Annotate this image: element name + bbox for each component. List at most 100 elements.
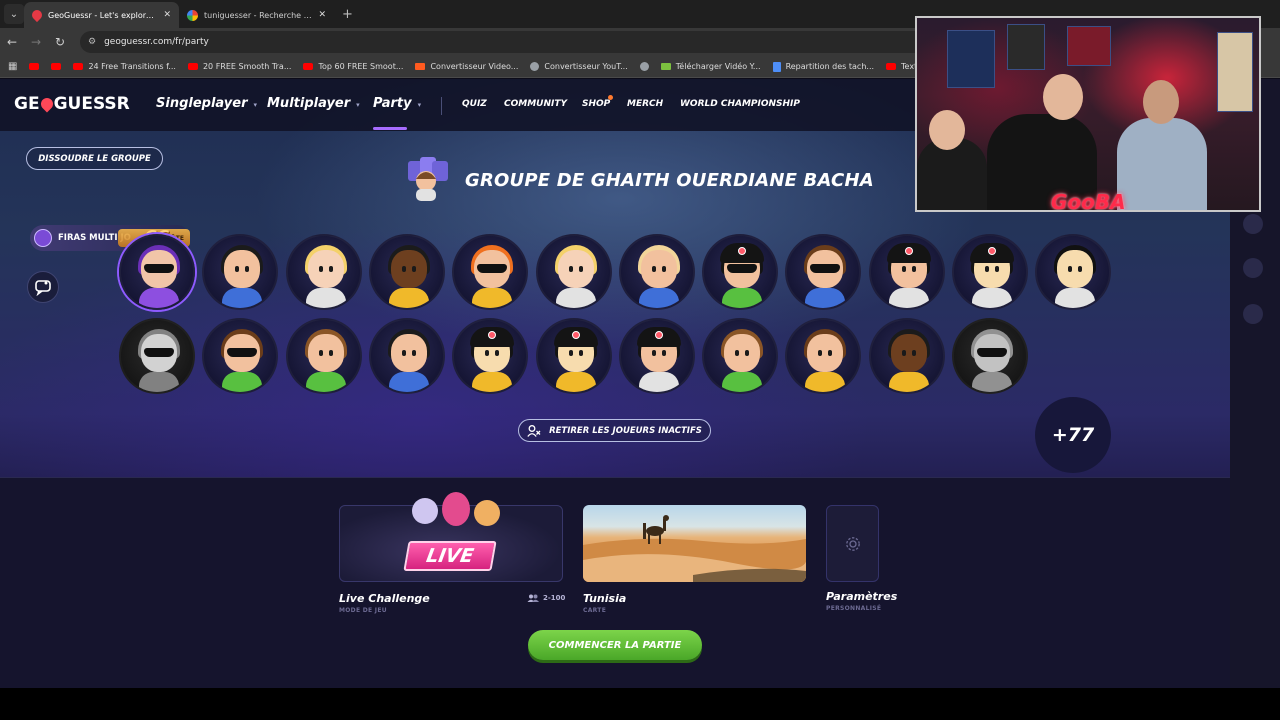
player-avatar[interactable] — [702, 318, 779, 394]
bookmark-item[interactable] — [51, 63, 62, 70]
site-info-icon[interactable]: ⚙ — [88, 37, 96, 47]
player-avatar[interactable] — [1035, 234, 1112, 310]
desert-map-image — [583, 515, 806, 582]
youtube-icon — [886, 63, 897, 70]
bookmark-label: Convertisseur YouT... — [544, 62, 628, 71]
settings-subtitle: PERSONNALISÉ — [826, 605, 882, 612]
bottom-letterbox — [0, 688, 1280, 720]
tab-search-button[interactable]: ⌄ — [4, 4, 24, 24]
g-icon — [639, 62, 649, 71]
webcam-overlay: GooBA — [915, 16, 1261, 212]
side-user-avatar — [1243, 304, 1263, 324]
player-avatar[interactable] — [618, 318, 695, 394]
nav-shop[interactable]: SHOP — [582, 99, 610, 109]
tab-title: GeoGuessr - Let's explore the w — [48, 10, 157, 20]
avatar-figure-icon — [474, 500, 500, 526]
geoguessr-favicon-icon — [29, 7, 45, 23]
group-title: GROUPE DE GHAITH OUERDIANE BACHA — [465, 170, 874, 191]
avatar-figure-icon — [412, 498, 438, 524]
new-tab-icon[interactable]: + — [342, 7, 353, 22]
player-avatar[interactable] — [452, 234, 529, 310]
player-avatar[interactable] — [952, 234, 1028, 310]
youtube-icon — [29, 63, 40, 70]
settings-card[interactable] — [826, 505, 879, 582]
geoguessr-logo[interactable]: GE GUESSR — [14, 94, 130, 114]
nav-world-championship[interactable]: WORLD CHAMPIONSHIP — [680, 99, 800, 109]
bookmark-item[interactable]: Convertisseur YouT... — [530, 62, 628, 71]
tab-geoguessr[interactable]: GeoGuessr - Let's explore the w ✕ — [24, 2, 179, 28]
player-avatar[interactable] — [702, 234, 779, 310]
bookmark-item[interactable]: Télécharger Vidéo Y... — [660, 62, 761, 71]
chat-button[interactable] — [27, 271, 59, 303]
player-avatar[interactable] — [535, 234, 612, 310]
nav-merch[interactable]: MERCH — [627, 99, 663, 109]
bookmark-item[interactable]: Convertisseur Video... — [415, 62, 518, 71]
host-mini-avatar — [34, 229, 52, 247]
youtube-icon — [51, 63, 62, 70]
more-players-count[interactable]: +77 — [1035, 397, 1111, 473]
wall-poster — [1217, 32, 1253, 112]
apps-grid-icon[interactable]: ▦ — [8, 61, 17, 72]
reload-icon[interactable]: ↻ — [48, 35, 72, 49]
game-mode-title: Live Challenge — [339, 592, 430, 605]
bookmark-label: 24 Free Transitions f... — [88, 62, 176, 71]
wall-poster — [1007, 24, 1045, 70]
start-game-button[interactable]: COMMENCER LA PARTIE — [528, 630, 702, 660]
player-avatar[interactable] — [368, 234, 445, 310]
active-tab-indicator — [373, 127, 407, 130]
player-avatar[interactable] — [535, 318, 612, 394]
shop-notification-dot — [608, 95, 613, 100]
youtube-icon — [73, 63, 84, 70]
url-text: geoguessr.com/fr/party — [104, 37, 209, 47]
player-avatar[interactable] — [119, 234, 195, 310]
close-tab-icon[interactable]: ✕ — [163, 10, 171, 20]
nav-quiz[interactable]: QUIZ — [462, 99, 487, 109]
forward-icon[interactable]: → — [24, 35, 48, 49]
map-subtitle: CARTE — [583, 607, 607, 614]
url-field[interactable]: ⚙ geoguessr.com/fr/party — [80, 31, 940, 53]
side-user-avatar — [1243, 214, 1263, 234]
player-avatar[interactable] — [952, 318, 1028, 394]
nav-multiplayer[interactable]: Multiplayer ▾ — [267, 96, 360, 111]
nav-divider — [441, 97, 442, 115]
live-banner: LIVE — [403, 541, 497, 571]
player-avatar[interactable] — [785, 234, 862, 310]
players-icon — [527, 594, 539, 602]
download-icon — [660, 63, 671, 70]
youtube-icon — [303, 63, 314, 70]
gooba-neon-logo: GooBA — [1051, 190, 1126, 212]
player-avatar[interactable] — [452, 318, 529, 394]
remove-inactive-players-button[interactable]: RETIRER LES JOUEURS INACTIFS — [518, 419, 711, 442]
player-avatar[interactable] — [285, 318, 362, 394]
back-icon[interactable]: ← — [0, 35, 24, 49]
map-card[interactable] — [583, 505, 806, 582]
nav-community[interactable]: COMMUNITY — [504, 99, 567, 109]
game-mode-card[interactable]: LIVE — [339, 492, 563, 582]
nav-singleplayer[interactable]: Singleplayer ▾ — [156, 96, 257, 111]
player-avatar[interactable] — [285, 234, 362, 310]
dissolve-group-button[interactable]: DISSOUDRE LE GROUPE — [26, 147, 163, 170]
doc-icon — [772, 61, 781, 72]
player-avatar[interactable] — [785, 318, 862, 394]
close-tab-icon[interactable]: ✕ — [318, 10, 326, 20]
player-avatar[interactable] — [202, 318, 279, 394]
player-avatar[interactable] — [868, 318, 945, 394]
player-range: 2-100 — [527, 594, 565, 602]
player-avatar[interactable] — [119, 318, 195, 394]
player-avatar[interactable] — [618, 234, 695, 310]
bookmark-label: Convertisseur Video... — [430, 62, 519, 71]
avatar-figure-icon — [442, 492, 470, 526]
bookmark-item[interactable]: Top 60 FREE Smoot... — [303, 62, 403, 71]
bookmark-item[interactable] — [29, 63, 40, 70]
settings-title: Paramètres — [826, 590, 898, 603]
player-avatar[interactable] — [202, 234, 279, 310]
bookmark-item[interactable] — [639, 62, 649, 71]
bookmark-item[interactable]: 24 Free Transitions f... — [73, 62, 176, 71]
bookmark-item[interactable]: 20 FREE Smooth Tra... — [187, 62, 291, 71]
player-avatar[interactable] — [868, 234, 945, 310]
player-range-text: 2-100 — [543, 594, 566, 602]
nav-party[interactable]: Party ▾ — [373, 96, 421, 111]
player-avatar[interactable] — [368, 318, 445, 394]
bookmark-item[interactable]: Repartition des tach... — [772, 61, 874, 72]
tab-google-search[interactable]: tuniguesser - Recherche Googl ✕ — [179, 2, 334, 28]
